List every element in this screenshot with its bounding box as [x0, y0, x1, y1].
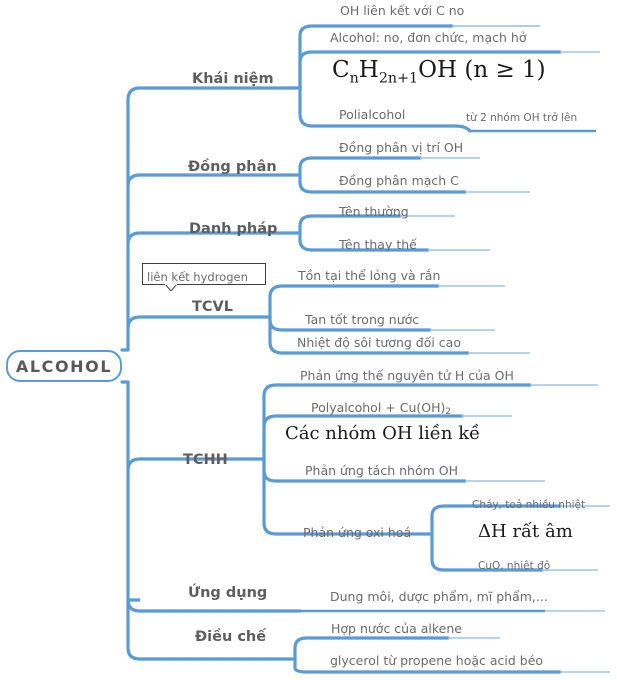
leaf-cuo-nhiet-do[interactable]: CuO, nhiệt độ: [478, 560, 550, 572]
callout-lien-ket-hydrogen[interactable]: liên kết hydrogen: [142, 263, 266, 291]
leaf-alcohol-no-don-chuc-mach-ho[interactable]: Alcohol: no, đơn chức, mạch hở: [330, 30, 526, 45]
branch-label-dieu-che[interactable]: Điều chế: [195, 629, 266, 645]
root-label: ALCOHOL: [15, 356, 113, 376]
callout-pointer: [165, 284, 177, 291]
branch-label-dong-phan[interactable]: Đồng phân: [188, 159, 277, 175]
leaf-tu-2-nhom-oh-tro-len[interactable]: từ 2 nhóm OH trở lên: [466, 112, 577, 124]
formula-condition: (n ≥ 1): [457, 57, 546, 83]
leaf-polyalcohol-cu-oh-2[interactable]: Polyalcohol + Cu(OH)2: [311, 400, 451, 417]
leaf-ten-thuong[interactable]: Tên thường: [339, 204, 409, 219]
leaf-ten-thay-the[interactable]: Tên thay thế: [339, 237, 417, 252]
root-node[interactable]: ALCOHOL: [6, 350, 122, 382]
branch-label-tchh[interactable]: TCHH: [183, 452, 228, 468]
leaf-phan-ung-tach-nhom-oh[interactable]: Phản ứng tách nhóm OH: [305, 463, 458, 478]
formula-c: C: [332, 57, 350, 83]
leaf-dong-phan-vi-tri-oh[interactable]: Đồng phân vị trí OH: [339, 140, 463, 155]
leaf-cu-oh-subscript: 2: [445, 406, 452, 417]
leaf-nhiet-do-soi-tuong-doi-cao[interactable]: Nhiệt độ sôi tương đối cao: [297, 335, 461, 350]
leaf-polyalcohol-text: Polyalcohol + Cu(OH): [311, 400, 446, 415]
formula-h-subscript: 2n+1: [378, 70, 419, 87]
leaf-phan-ung-oxi-hoa[interactable]: Phản ứng oxi hoá: [303, 525, 411, 540]
leaf-glycerol-tu-propene-hoac-acid-beo[interactable]: glycerol từ propene hoặc acid béo: [330, 653, 543, 668]
branch-label-tcvl[interactable]: TCVL: [192, 299, 233, 315]
leaf-delta-h-rat-am: ΔH rất âm: [478, 521, 573, 542]
branch-label-danh-phap[interactable]: Danh pháp: [189, 221, 277, 237]
leaf-ton-tai-the-long-va-ran[interactable]: Tồn tại thể lỏng và rắn: [298, 268, 440, 283]
mindmap-canvas: ALCOHOL Khái niệm Đồng phân Danh pháp TC…: [0, 0, 617, 680]
formula-general-alcohol: CnH2n+1OH (n ≥ 1): [332, 57, 546, 87]
leaf-tan-tot-trong-nuoc[interactable]: Tan tốt trong nước: [305, 312, 419, 327]
leaf-chay-toa-nhieu-nhiet[interactable]: Cháy, toả nhiều nhiệt: [472, 499, 585, 511]
leaf-cac-nhom-oh-lien-ke: Các nhóm OH liền kề: [285, 423, 481, 444]
leaf-oh-lien-ket-voi-c-no[interactable]: OH liên kết với C no: [340, 3, 464, 18]
leaf-dung-moi-duoc-pham-mi-pham[interactable]: Dung môi, dược phẩm, mĩ phẩm,...: [330, 589, 548, 604]
branch-label-khai-niem[interactable]: Khái niệm: [192, 71, 274, 87]
leaf-hop-nuoc-cua-alkene[interactable]: Hợp nước của alkene: [331, 621, 462, 636]
formula-oh: OH: [418, 57, 458, 83]
callout-label: liên kết hydrogen: [147, 270, 248, 284]
leaf-phan-ung-the-nguyen-tu-h-cua-oh[interactable]: Phản ứng thế nguyên tử H của OH: [300, 368, 514, 383]
branch-label-ung-dung[interactable]: Ứng dụng: [188, 585, 267, 601]
leaf-polialcohol[interactable]: Polialcohol: [339, 107, 405, 122]
formula-c-subscript: n: [349, 70, 359, 87]
formula-h: H: [358, 57, 379, 83]
leaf-dong-phan-mach-c[interactable]: Đồng phân mạch C: [339, 173, 459, 188]
